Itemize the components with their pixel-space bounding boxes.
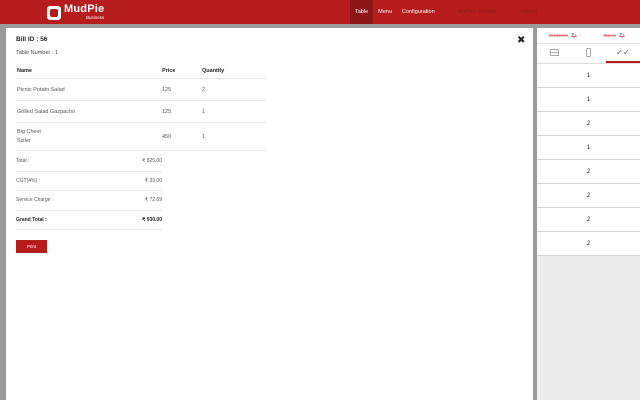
bill-panel: Bill ID : 56 Table Number : 1 ✖ Name Pri… [6, 28, 533, 400]
items-table-header: Name Price Quantity [16, 64, 266, 79]
list-item[interactable]: 1 [537, 136, 640, 160]
phone-icon [585, 48, 591, 57]
column-header-quantity: Quantity [202, 68, 225, 74]
nav-configuration[interactable]: Configuration [397, 0, 440, 24]
item-name: Picnic Potato Salad [17, 86, 65, 93]
sidebar-icon-tabs: ✓✓ [537, 44, 640, 64]
items-table: Name Price Quantity Picnic Potato Salad … [16, 64, 266, 151]
column-header-name: Name [17, 68, 32, 74]
orders-sidebar: ORDERS ↻ BILLS ↻ ✓✓ 1 1 2 1 2 2 2 2 [537, 28, 640, 400]
logo-mark-icon [47, 5, 61, 20]
cgt-label: CGT(4%) : [16, 177, 40, 184]
tab-card[interactable] [537, 44, 571, 63]
service-charge-value: ₹ 72.69 [144, 197, 162, 204]
total-row: Total : ₹ 825.00 [16, 152, 162, 172]
table-row: Big Chest Sizler 450 1 [16, 123, 266, 151]
column-header-price: Price [162, 68, 176, 74]
grand-total-row: Grand Total : ₹ 930.00 [16, 211, 162, 230]
cgt-value: ₹ 33.00 [144, 177, 162, 184]
service-charge-row: Service Charge : ₹ 72.69 [16, 191, 162, 211]
main-nav: Table Menu Configuration Kitchen Display… [350, 0, 542, 24]
top-navbar: MudPie Business Table Menu Configuration… [0, 0, 640, 24]
tab-completed[interactable]: ✓✓ [605, 44, 640, 63]
service-charge-label: Service Charge : [16, 197, 54, 204]
tab-phone[interactable] [571, 44, 605, 63]
refresh-icon[interactable]: ↻ [571, 32, 577, 40]
total-label: Total : [16, 158, 30, 165]
list-item[interactable]: 1 [537, 64, 640, 88]
nav-kitchen-display[interactable]: Kitchen Display [454, 0, 502, 24]
refresh-icon[interactable]: ↻ [619, 32, 625, 40]
item-price: 125 [162, 86, 172, 93]
list-item[interactable]: 2 [537, 112, 640, 136]
list-item[interactable]: 1 [537, 88, 640, 112]
print-button[interactable]: Print [16, 240, 47, 253]
logo[interactable]: MudPie Business [47, 4, 104, 21]
grand-total-label: Grand Total : [16, 216, 47, 223]
tab-bills[interactable]: BILLS ↻ [589, 28, 640, 43]
item-name: Big Chest [17, 129, 41, 136]
bill-id: Bill ID : 56 [16, 36, 48, 43]
tab-orders[interactable]: ORDERS ↻ [537, 28, 589, 43]
tab-orders-label: ORDERS [548, 33, 568, 38]
cgt-row: CGT(4%) : ₹ 33.00 [16, 172, 162, 191]
logo-text: MudPie [64, 3, 105, 16]
list-item[interactable]: 2 [537, 232, 640, 256]
close-icon[interactable]: ✖ [517, 36, 525, 46]
totals-block: Total : ₹ 825.00 CGT(4%) : ₹ 33.00 Servi… [16, 152, 162, 230]
sidebar-tabs: ORDERS ↻ BILLS ↻ [537, 28, 640, 44]
double-check-icon: ✓✓ [616, 47, 630, 57]
item-quantity: 1 [202, 108, 206, 115]
table-list: 1 1 2 1 2 2 2 2 [537, 64, 640, 256]
total-value: ₹ 825.00 [142, 158, 162, 165]
table-row: Grilled Salad Gazpacho 125 1 [16, 101, 266, 123]
item-quantity: 1 [202, 133, 206, 140]
item-price: 450 [162, 133, 172, 140]
table-row: Picnic Potato Salad 125 2 [16, 79, 266, 101]
list-item[interactable]: 2 [537, 160, 640, 184]
nav-logout[interactable]: Logout [516, 0, 543, 24]
card-icon [549, 49, 559, 56]
logo-subtext: Business [86, 15, 105, 21]
list-item[interactable]: 2 [537, 208, 640, 232]
tab-bills-label: BILLS [603, 33, 616, 38]
item-price: 125 [162, 108, 172, 115]
table-number: Table Number : 1 [16, 50, 58, 56]
list-item[interactable]: 2 [537, 184, 640, 208]
item-subname: Sizler [17, 137, 31, 144]
nav-table[interactable]: Table [350, 0, 374, 24]
item-name: Grilled Salad Gazpacho [17, 108, 76, 115]
item-quantity: 2 [202, 86, 206, 93]
grand-total-value: ₹ 930.00 [142, 216, 162, 223]
nav-menu[interactable]: Menu [373, 0, 397, 24]
